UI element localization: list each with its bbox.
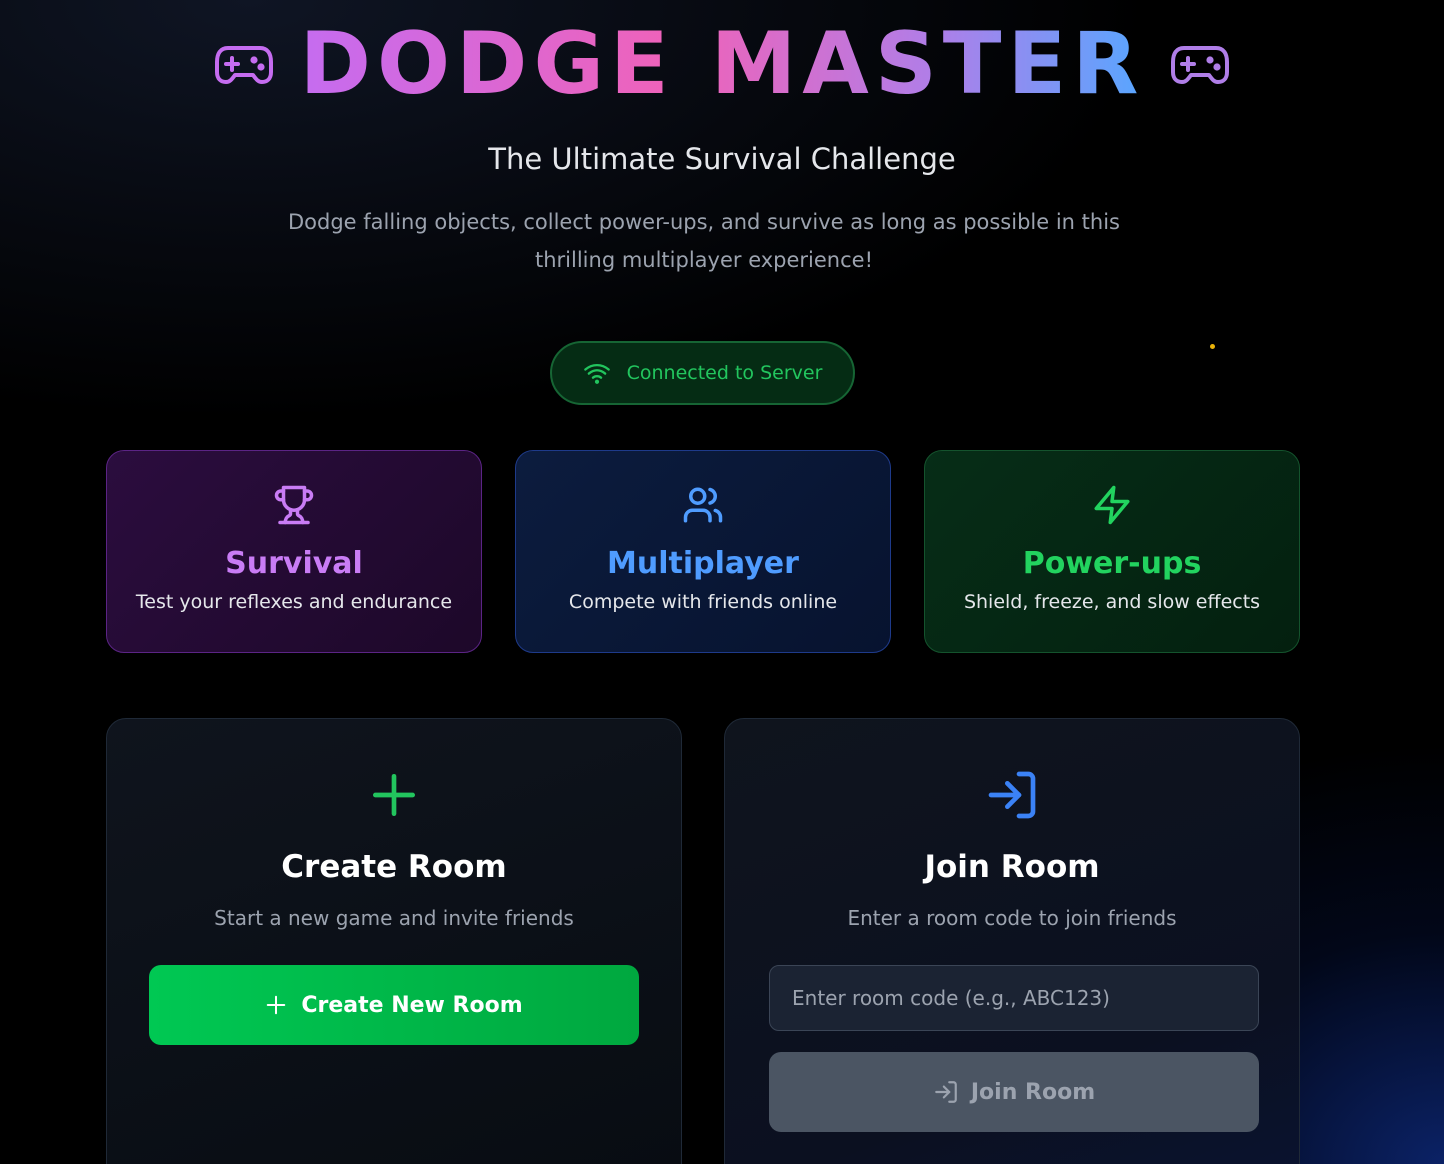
plus-icon: [373, 774, 415, 816]
join-room-button-label: Join Room: [970, 1079, 1096, 1105]
feature-card-multiplayer: Multiplayer Compete with friends online: [515, 450, 891, 653]
connection-status-badge: Connected to Server: [550, 341, 855, 405]
create-new-room-button[interactable]: Create New Room: [149, 965, 639, 1045]
feature-description: Test your reflexes and endurance: [135, 591, 453, 613]
app-title: DODGE MASTER: [299, 14, 1145, 114]
join-room-title: Join Room: [924, 849, 1100, 885]
feature-title: Power-ups: [1022, 546, 1202, 581]
join-room-panel: Join Room Enter a room code to join frie…: [724, 718, 1300, 1164]
plus-icon: [267, 995, 286, 1015]
login-icon: [935, 1081, 957, 1103]
feature-title: Multiplayer: [607, 546, 799, 581]
join-room-button[interactable]: Join Room: [769, 1052, 1259, 1132]
create-new-room-label: Create New Room: [301, 992, 523, 1018]
particle-dot: [1210, 344, 1215, 349]
feature-card-powerups: Power-ups Shield, freeze, and slow effec…: [924, 450, 1300, 653]
home-page: DODGE MASTER The Ultimate Survival Chall…: [0, 0, 1444, 1164]
description: Dodge falling objects, collect power-ups…: [288, 210, 1120, 272]
connection-status-label: Connected to Server: [626, 362, 823, 384]
wifi-icon: [583, 363, 610, 384]
trophy-icon: [274, 485, 314, 525]
gamepad-icon: [1171, 46, 1230, 84]
feature-description: Shield, freeze, and slow effects: [963, 591, 1261, 613]
create-room-panel: Create Room Start a new game and invite …: [106, 718, 682, 1164]
users-icon: [683, 487, 723, 523]
subtitle: The Ultimate Survival Challenge: [488, 142, 956, 176]
feature-description: Compete with friends online: [568, 591, 838, 613]
create-room-title: Create Room: [281, 849, 507, 885]
gamepad-icon: [214, 46, 273, 84]
login-icon: [988, 771, 1036, 819]
feature-title: Survival: [225, 546, 363, 581]
lightning-icon: [1094, 485, 1130, 525]
feature-card-survival: Survival Test your reflexes and enduranc…: [106, 450, 482, 653]
create-room-description: Start a new game and invite friends: [214, 906, 574, 930]
title-row: DODGE MASTER: [0, 18, 1444, 110]
join-room-description: Enter a room code to join friends: [847, 906, 1177, 930]
room-code-input[interactable]: [769, 965, 1259, 1031]
